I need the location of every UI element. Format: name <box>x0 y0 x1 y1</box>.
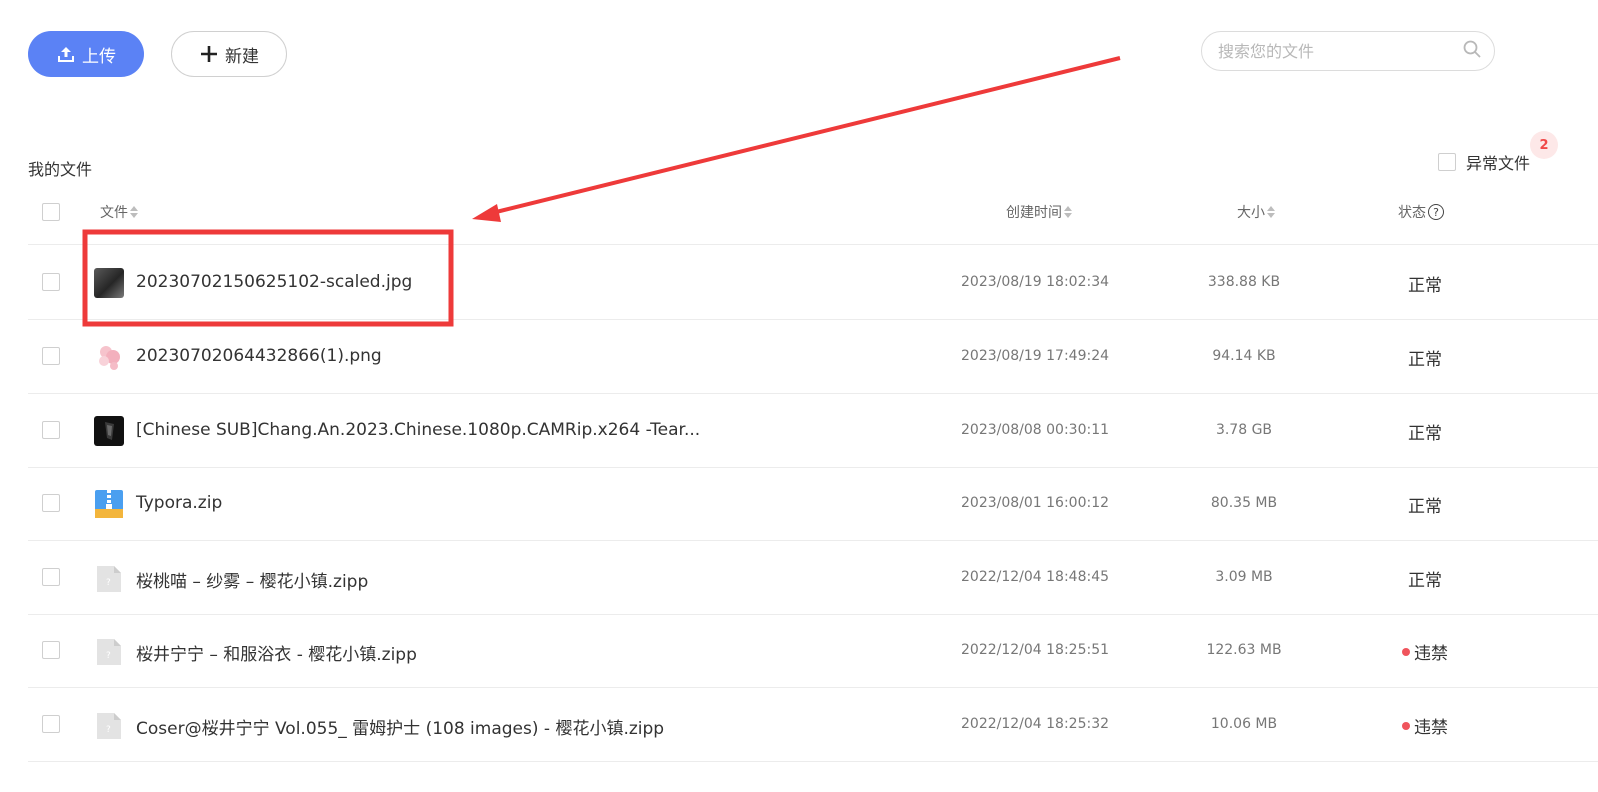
file-status: 正常 <box>1390 492 1460 517</box>
abnormal-files-filter[interactable]: 异常文件 <box>1438 150 1530 174</box>
search-input[interactable] <box>1216 40 1462 62</box>
new-button[interactable]: 新建 <box>171 31 287 77</box>
file-created: 2022/12/04 18:48:45 <box>961 569 1110 585</box>
svg-text:?: ? <box>106 578 111 588</box>
svg-text:?: ? <box>106 651 111 661</box>
file-status-label: 正常 <box>1408 571 1442 591</box>
video-thumbnail-icon <box>94 416 124 446</box>
row-checkbox[interactable] <box>42 568 60 586</box>
table-row[interactable]: ? 桜桃喵 – 纱雾 – 樱花小镇.zipp 2022/12/04 18:48:… <box>28 541 1598 615</box>
row-checkbox[interactable] <box>42 273 60 291</box>
file-status: 正常 <box>1390 419 1460 444</box>
svg-text:?: ? <box>106 725 111 735</box>
column-size[interactable]: 大小 <box>1237 202 1275 222</box>
file-name[interactable]: 桜井宁宁 – 和服浴衣 - 樱花小镇.zipp <box>136 640 417 665</box>
file-size: 122.63 MB <box>1206 642 1282 658</box>
file-status: 正常 <box>1390 345 1460 370</box>
table-row[interactable]: [Chinese SUB]Chang.An.2023.Chinese.1080p… <box>28 394 1598 468</box>
abnormal-count-badge: 2 <box>1530 131 1558 159</box>
table-row[interactable]: 20230702064432866(1).png 2023/08/19 17:4… <box>28 320 1598 394</box>
table-header: 文件 创建时间 大小 状态 ? <box>28 196 1598 245</box>
file-size: 3.09 MB <box>1215 569 1273 585</box>
table-row[interactable]: ? Coser@桜井宁宁 Vol.055_ 雷姆护士 (108 images) … <box>28 688 1598 762</box>
file-status-label: 违禁 <box>1414 644 1448 664</box>
column-created[interactable]: 创建时间 <box>1006 202 1072 222</box>
row-checkbox[interactable] <box>42 641 60 659</box>
file-name[interactable]: 20230702150625102-scaled.jpg <box>136 272 412 292</box>
violation-dot-icon <box>1402 647 1410 656</box>
file-status-label: 违禁 <box>1414 718 1448 738</box>
annotation-arrow-line <box>491 56 1121 215</box>
table-row[interactable]: Typora.zip 2023/08/01 16:00:12 80.35 MB … <box>28 467 1598 541</box>
row-checkbox[interactable] <box>42 494 60 512</box>
file-status: 正常 <box>1390 271 1460 296</box>
unknown-file-icon: ? <box>94 563 124 593</box>
file-size: 94.14 KB <box>1212 348 1276 364</box>
violation-dot-icon <box>1402 721 1410 730</box>
unknown-file-icon: ? <box>94 710 124 740</box>
row-checkbox[interactable] <box>42 715 60 733</box>
file-created: 2022/12/04 18:25:32 <box>961 716 1110 732</box>
column-file-label: 文件 <box>100 205 128 221</box>
file-status-label: 正常 <box>1408 497 1442 517</box>
image-thumbnail-icon <box>94 268 124 298</box>
column-size-label: 大小 <box>1237 205 1265 221</box>
file-created: 2022/12/04 18:25:51 <box>961 642 1110 658</box>
abnormal-files-label: 异常文件 <box>1466 154 1531 173</box>
table-row[interactable]: ? 桜井宁宁 – 和服浴衣 - 樱花小镇.zipp 2022/12/04 18:… <box>28 614 1598 688</box>
column-created-label: 创建时间 <box>1006 205 1062 221</box>
image-thumbnail-icon <box>94 342 124 372</box>
sort-icon <box>1064 205 1072 219</box>
file-name[interactable]: [Chinese SUB]Chang.An.2023.Chinese.1080p… <box>136 420 700 440</box>
help-icon[interactable]: ? <box>1428 204 1444 220</box>
sort-icon <box>130 205 138 219</box>
search-icon[interactable] <box>1462 39 1482 63</box>
file-created: 2023/08/08 00:30:11 <box>961 422 1110 438</box>
zip-file-icon <box>94 489 124 519</box>
plus-icon <box>199 44 219 64</box>
file-status-label: 正常 <box>1408 350 1442 370</box>
file-size: 3.78 GB <box>1215 422 1273 438</box>
upload-label: 上传 <box>82 46 116 67</box>
file-created: 2023/08/01 16:00:12 <box>961 495 1110 511</box>
row-checkbox[interactable] <box>42 421 60 439</box>
upload-icon <box>56 44 76 64</box>
select-all-checkbox[interactable] <box>42 203 60 221</box>
file-name[interactable]: 桜桃喵 – 纱雾 – 樱花小镇.zipp <box>136 567 368 592</box>
column-status: 状态 ? <box>1398 202 1444 222</box>
table-row[interactable]: 20230702150625102-scaled.jpg 2023/08/19 … <box>28 246 1598 320</box>
column-status-label: 状态 <box>1398 205 1426 221</box>
file-created: 2023/08/19 17:49:24 <box>961 348 1110 364</box>
abnormal-files-checkbox[interactable] <box>1438 153 1456 171</box>
file-created: 2023/08/19 18:02:34 <box>961 274 1110 290</box>
sort-icon <box>1267 205 1275 219</box>
section-title: 我的文件 <box>28 160 93 179</box>
unknown-file-icon: ? <box>94 636 124 666</box>
column-file[interactable]: 文件 <box>100 202 138 222</box>
file-name[interactable]: Coser@桜井宁宁 Vol.055_ 雷姆护士 (108 images) - … <box>136 714 664 739</box>
file-name[interactable]: Typora.zip <box>136 493 222 513</box>
file-size: 80.35 MB <box>1210 495 1278 511</box>
search-box <box>1201 31 1495 71</box>
file-name[interactable]: 20230702064432866(1).png <box>136 346 382 366</box>
file-size: 338.88 KB <box>1207 274 1281 290</box>
new-label: 新建 <box>225 46 259 67</box>
file-status: 正常 <box>1390 566 1460 591</box>
file-size: 10.06 MB <box>1210 716 1278 732</box>
row-checkbox[interactable] <box>42 347 60 365</box>
file-status-label: 正常 <box>1408 276 1442 296</box>
file-status-label: 正常 <box>1408 424 1442 444</box>
file-status: 违禁 <box>1390 713 1460 738</box>
upload-button[interactable]: 上传 <box>28 31 144 77</box>
file-status: 违禁 <box>1390 639 1460 664</box>
